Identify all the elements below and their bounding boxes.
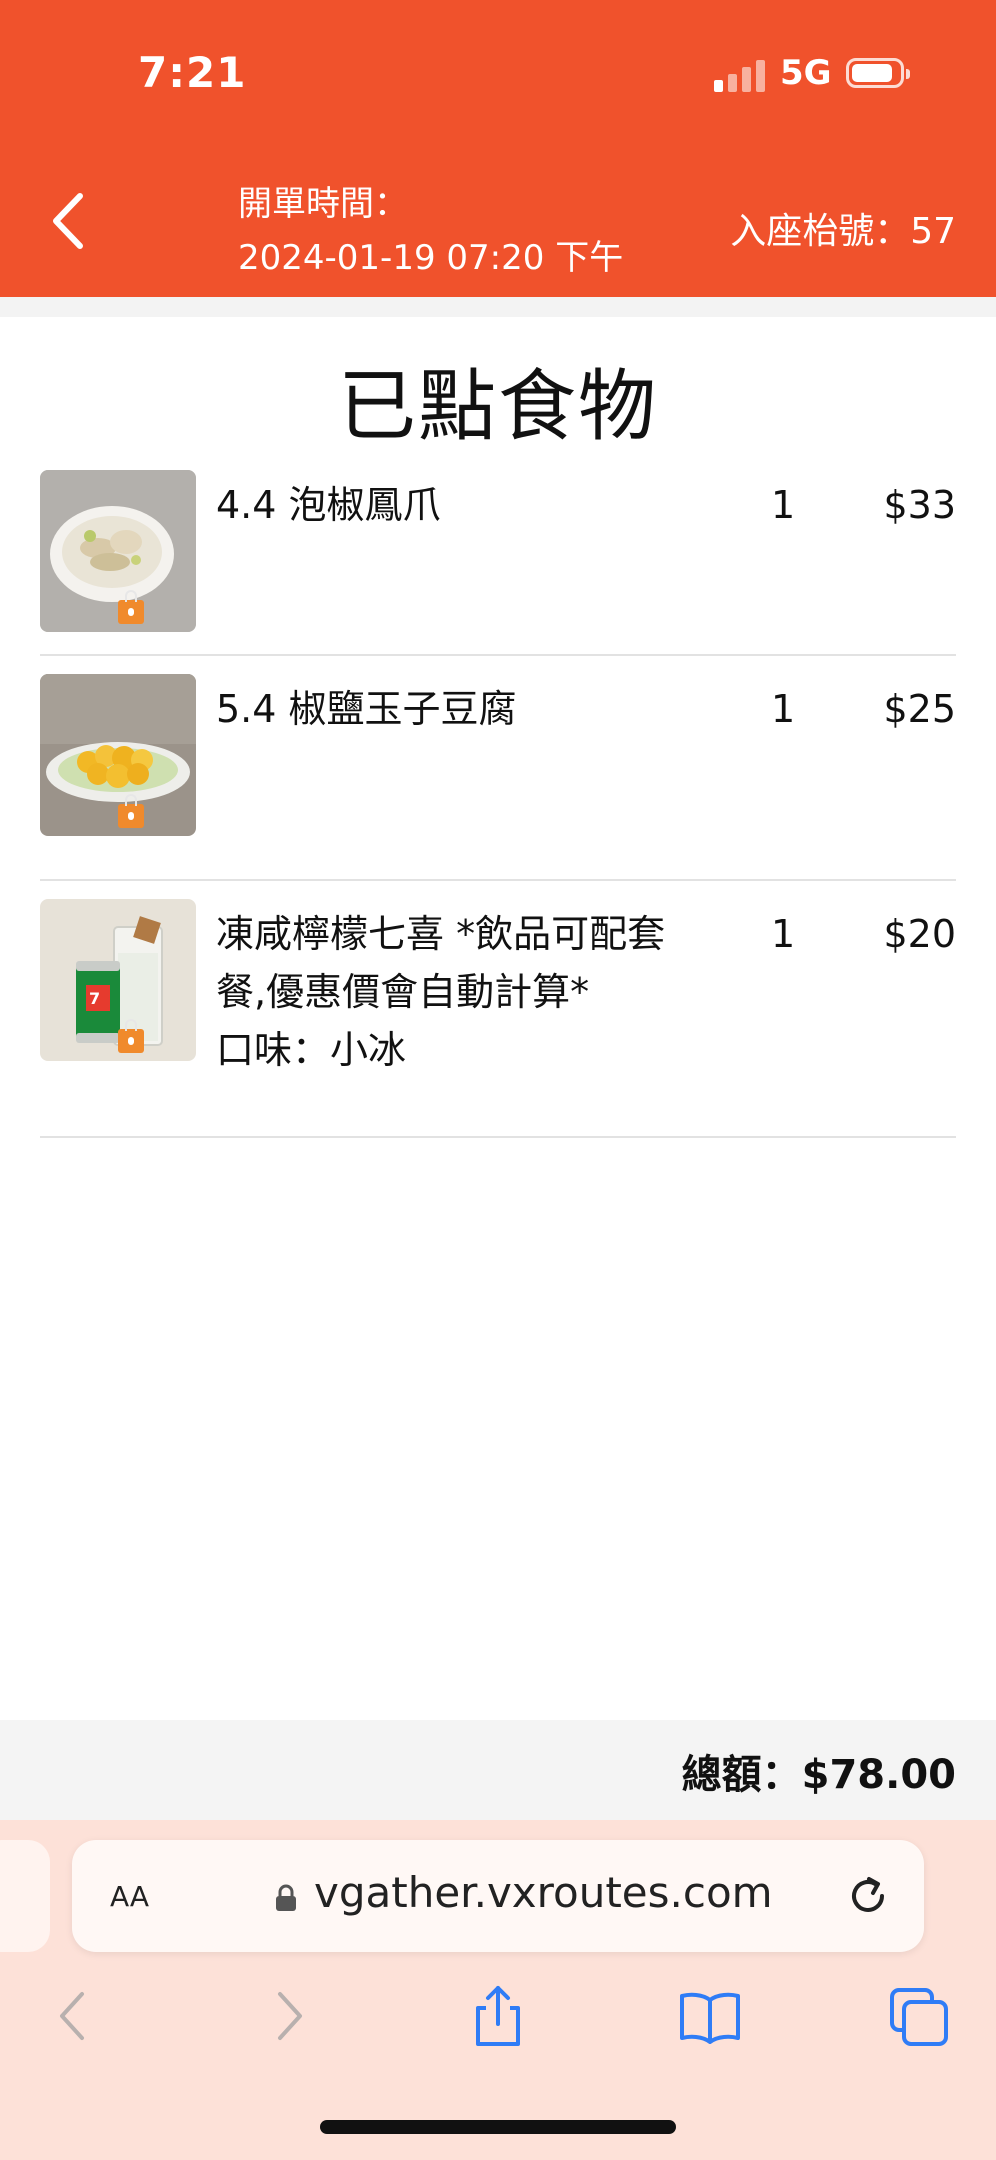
previous-tab-peek[interactable]	[0, 1840, 50, 1952]
chevron-left-icon	[60, 1992, 84, 2040]
ordered-items-list: 4.4 泡椒鳳爪 1 $33 5.4 椒鹽玉子豆腐 1 $25 7 凍咸檸檬七喜…	[40, 470, 956, 1138]
item-price: $20	[883, 912, 956, 956]
open-time-label: 開單時間：	[238, 184, 408, 224]
food-thumbnail-chicken-feet	[40, 470, 196, 632]
item-quantity: 1	[771, 687, 796, 731]
item-price: $33	[883, 483, 956, 527]
item-note: 口味：小冰	[216, 1028, 407, 1072]
item-quantity: 1	[771, 483, 796, 527]
text-size-button[interactable]: AA	[110, 1870, 149, 1916]
header-divider	[0, 297, 996, 317]
share-button[interactable]	[462, 1980, 534, 2052]
order-item[interactable]: 4.4 泡椒鳳爪 1 $33	[40, 470, 956, 656]
network-label: 5G	[780, 53, 832, 93]
tabs-button[interactable]	[884, 1980, 956, 2052]
table-number: 入座枱號：57	[730, 211, 956, 252]
browser-toolbar: AA vgather.vxroutes.com	[0, 1820, 996, 2160]
text-size-label: AA	[110, 1880, 150, 1913]
reload-button[interactable]	[842, 1870, 894, 1922]
svg-text:7: 7	[89, 989, 100, 1008]
order-item[interactable]: 7 凍咸檸檬七喜 *飲品可配套餐,優惠價會自動計算* 口味：小冰 1 $20	[40, 899, 956, 1138]
order-total: 總額：$78.00	[681, 1752, 956, 1798]
status-time: 7:21	[138, 48, 247, 97]
item-name: 凍咸檸檬七喜 *飲品可配套餐,優惠價會自動計算*	[216, 912, 666, 1014]
lock-icon	[276, 1884, 296, 1911]
chevron-right-icon	[278, 1992, 302, 2040]
food-thumbnail-salt-pepper-tofu	[40, 674, 196, 836]
lock-icon	[118, 794, 144, 828]
order-item[interactable]: 5.4 椒鹽玉子豆腐 1 $25	[40, 674, 956, 881]
back-button[interactable]	[40, 186, 100, 256]
lock-icon	[118, 1019, 144, 1053]
bookmarks-button[interactable]	[674, 1980, 746, 2052]
page-title: 已點食物	[337, 362, 658, 452]
open-time-value: 2024-01-19 07:20 下午	[238, 238, 624, 278]
signal-icon	[714, 58, 766, 92]
address-bar[interactable]: AA vgather.vxroutes.com	[72, 1840, 924, 1952]
item-name: 5.4 椒鹽玉子豆腐	[216, 687, 517, 731]
share-icon	[476, 1986, 520, 2046]
url-text[interactable]: vgather.vxroutes.com	[314, 1868, 773, 1917]
bookmarks-icon	[680, 1992, 740, 2044]
reload-icon	[852, 1877, 884, 1912]
tabs-icon	[890, 1988, 948, 2046]
app-header: 7:21 5G 開單時間： 2024-01-19 07:20 下午 入座枱號：5…	[0, 0, 996, 297]
lock-icon	[118, 590, 144, 624]
battery-icon	[846, 58, 910, 88]
item-price: $25	[883, 687, 956, 731]
back-chevron-icon	[53, 193, 83, 249]
total-bar: 總額：$78.00	[0, 1720, 996, 1820]
browser-back-button[interactable]	[38, 1980, 110, 2052]
item-quantity: 1	[771, 912, 796, 956]
item-name: 4.4 泡椒鳳爪	[216, 483, 441, 527]
drink-thumbnail-7up-lemon: 7	[40, 899, 196, 1061]
home-indicator	[320, 2120, 676, 2134]
browser-forward-button[interactable]	[252, 1980, 324, 2052]
